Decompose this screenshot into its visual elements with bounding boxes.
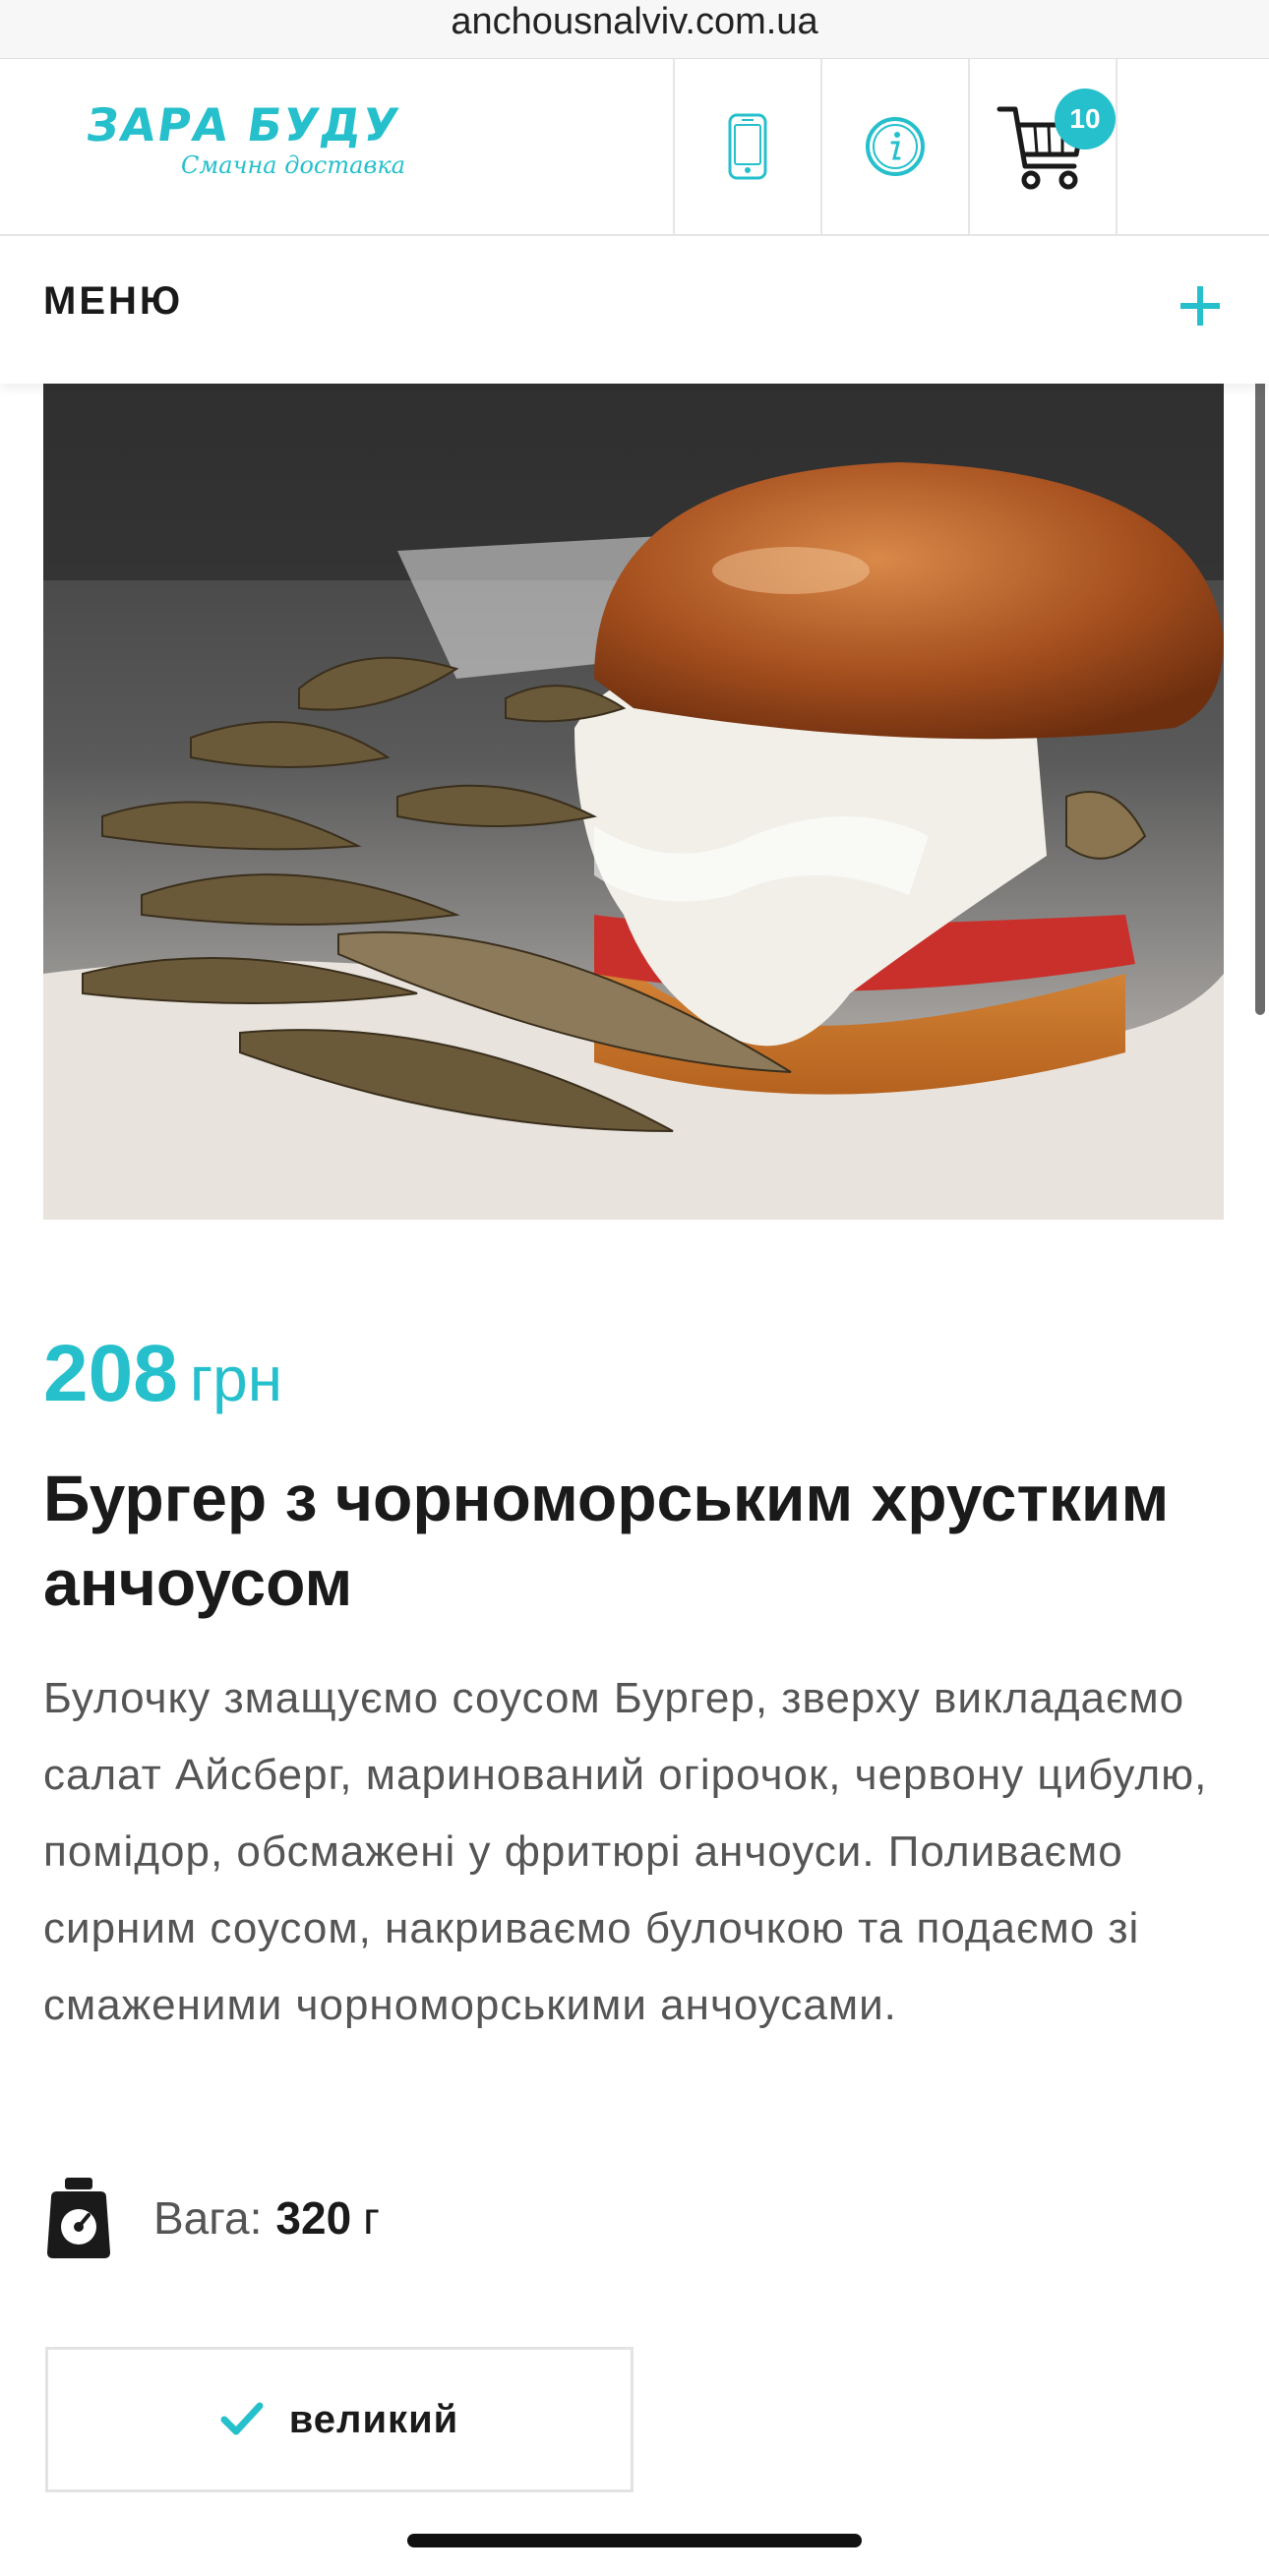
logo-brand: ЗАРА БУДУ <box>83 98 404 151</box>
browser-url-bar[interactable]: anchousnalviv.com.ua <box>0 0 1269 59</box>
weight-value: 320 <box>275 2192 352 2244</box>
info-button[interactable] <box>820 59 968 234</box>
menu-label: МЕНЮ <box>43 279 184 323</box>
size-option-button[interactable]: великий <box>45 2347 634 2492</box>
home-indicator[interactable] <box>407 2534 862 2547</box>
product-description: Булочку змащуємо соусом Бургер, зверху в… <box>43 1674 1208 2029</box>
product-weight: Вага: 320 г <box>43 2174 380 2262</box>
scale-icon <box>47 2178 110 2258</box>
weight-unit: г <box>363 2192 380 2244</box>
price-currency: грн <box>189 1344 283 1414</box>
header-empty-slot <box>1116 59 1269 234</box>
burger-photo-illustration <box>43 384 1224 1220</box>
cart-count-badge: 10 <box>1055 89 1116 150</box>
cart-button[interactable]: 10 <box>968 59 1116 234</box>
checkmark-icon <box>220 2402 264 2435</box>
site-logo[interactable]: ЗАРА БУДУ Смачна доставка <box>83 98 431 197</box>
product-price: 208 грн <box>43 1328 282 1420</box>
logo-tagline: Смачна доставка <box>181 151 406 179</box>
price-value: 208 <box>43 1329 178 1418</box>
phone-button[interactable] <box>673 59 820 234</box>
product-image <box>43 384 1224 1220</box>
url-text[interactable]: anchousnalviv.com.ua <box>0 0 1269 43</box>
size-option-label: великий <box>288 2397 459 2441</box>
phone-icon <box>728 113 767 180</box>
product-title: Бургер з чорноморським хрустким анчоусом <box>43 1462 1170 1619</box>
info-icon <box>866 117 925 176</box>
site-header: ЗАРА БУДУ Смачна доставка 10 <box>0 59 1269 236</box>
weight-label: Вага: <box>153 2192 263 2244</box>
plus-icon[interactable] <box>1180 281 1230 330</box>
menu-toggle-bar[interactable]: МЕНЮ <box>0 236 1269 384</box>
